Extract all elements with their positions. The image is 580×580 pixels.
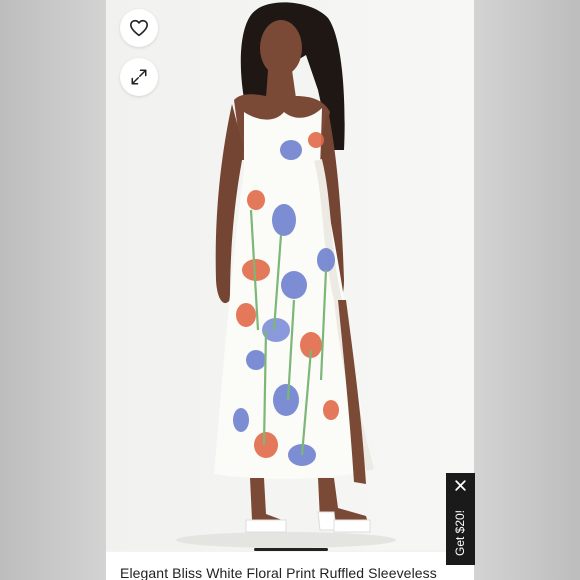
blurred-background-right xyxy=(474,0,580,580)
product-photo[interactable] xyxy=(106,0,474,550)
expand-icon xyxy=(131,69,147,85)
like-button[interactable] xyxy=(120,9,158,47)
listing-card: Elegant Bliss White Floral Print Ruffled… xyxy=(106,0,474,580)
promo-tab[interactable]: Get $20! xyxy=(446,473,475,565)
close-icon[interactable] xyxy=(454,479,467,492)
blurred-background-left xyxy=(0,0,106,580)
listing-title[interactable]: Elegant Bliss White Floral Print Ruffled… xyxy=(120,565,437,580)
fullscreen-button[interactable] xyxy=(120,58,158,96)
promo-label-wrap: Get $20! xyxy=(449,505,472,561)
image-scroll-indicator xyxy=(254,548,328,551)
promo-label[interactable]: Get $20! xyxy=(454,510,468,556)
heart-icon xyxy=(130,19,148,37)
